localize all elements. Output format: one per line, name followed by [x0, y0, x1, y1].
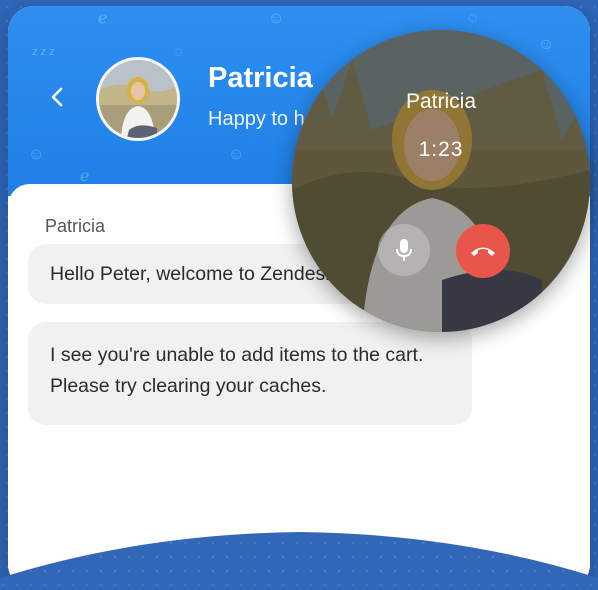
- doodle-icon: ☺: [268, 10, 285, 27]
- avatar[interactable]: [96, 57, 180, 141]
- call-duration: 1:23: [418, 138, 464, 161]
- doodle-icon: ◌: [173, 44, 183, 61]
- message-text: I see you're unable to add items to the …: [50, 344, 424, 397]
- mute-button[interactable]: [378, 224, 430, 276]
- caller-video: [292, 30, 590, 332]
- video-call-overlay[interactable]: Patricia 1:23: [292, 30, 590, 332]
- phone-hangup-icon: [471, 247, 495, 256]
- doodle-icon: ℯ: [80, 168, 90, 185]
- doodle-icon: ☺: [28, 146, 45, 163]
- avatar-photo: [99, 60, 177, 138]
- microphone-icon: [396, 239, 412, 261]
- hangup-button[interactable]: [456, 224, 510, 278]
- message-bubble: I see you're unable to add items to the …: [28, 322, 472, 425]
- doodle-icon: ☺: [228, 146, 245, 163]
- doodle-icon: z z z: [32, 46, 55, 58]
- chevron-left-icon: [51, 87, 63, 107]
- doodle-icon: ℯ: [98, 10, 108, 27]
- back-button[interactable]: [44, 82, 70, 112]
- doodle-icon: ◌: [468, 10, 478, 27]
- wave-decoration: [0, 532, 598, 590]
- message-sender: Patricia: [45, 216, 106, 236]
- caller-name: Patricia: [405, 90, 477, 113]
